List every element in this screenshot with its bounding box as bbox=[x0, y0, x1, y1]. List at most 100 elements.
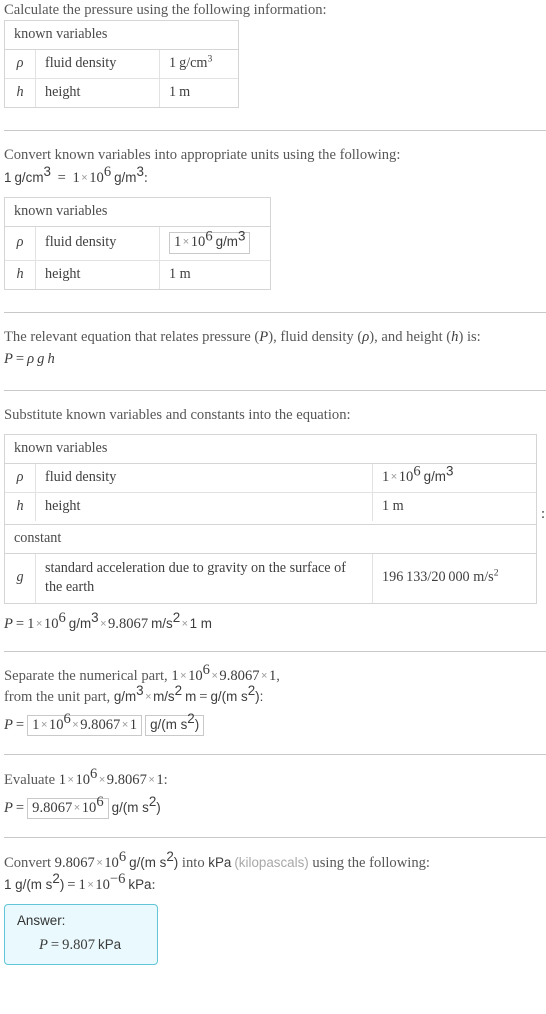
base: 10 bbox=[104, 854, 119, 871]
multiplication-sign: × bbox=[73, 801, 81, 814]
step3-prompt: The relevant equation that relates press… bbox=[4, 327, 546, 347]
base: 10 bbox=[75, 771, 91, 788]
step5-prompt-line1: Separate the numerical part, 1 × 106 × 9.806… bbox=[4, 662, 546, 686]
equals-sign: = bbox=[15, 716, 25, 733]
unit-1: g/m bbox=[113, 688, 137, 704]
table-row: h height 1m bbox=[5, 78, 238, 107]
base: 10 bbox=[81, 799, 97, 816]
step4-table-row: known variables ρ fluid density 1 × 106 g/m… bbox=[4, 425, 546, 604]
step7-prompt-line2: 1 g/(m s2) = 1 × 10−6 kPa: bbox=[4, 872, 546, 895]
source-unit-exponent: 2 bbox=[166, 848, 174, 864]
table4-header-constant: constant bbox=[5, 523, 536, 554]
step-substitute: Substitute known variables and constants… bbox=[4, 391, 546, 652]
base: 10 bbox=[95, 876, 110, 893]
mantissa: 9.8067 bbox=[54, 854, 95, 871]
prompt-text: Evaluate bbox=[4, 771, 59, 788]
value-unit: m bbox=[179, 84, 191, 100]
result-unit: g/(m s bbox=[111, 799, 149, 815]
table-row: h height 1 m bbox=[5, 491, 536, 521]
known-variables-table-2: known variables ρ fluid density 1 × 106 g/m… bbox=[4, 197, 271, 290]
table-trailing-colon: : bbox=[541, 505, 546, 522]
conv-lhs-number: 1 bbox=[4, 170, 12, 185]
equation-lhs: P bbox=[4, 350, 13, 367]
conv-rhs-mantissa: 1 bbox=[72, 170, 80, 186]
base: 10 bbox=[48, 716, 64, 733]
unit-3: m bbox=[185, 688, 197, 704]
comma: , bbox=[276, 667, 280, 684]
table1-row2-value: 1m bbox=[160, 78, 238, 107]
table1-header: known variables bbox=[5, 21, 238, 50]
value-exponent: 6 bbox=[413, 462, 421, 479]
table4-constant-value: 196 133/20 000 m/s2 bbox=[373, 554, 536, 603]
equals-sign: = bbox=[67, 876, 76, 893]
table2-row1-value: 1 × 106 g/m3 bbox=[160, 227, 270, 260]
table-row: h height 1 m bbox=[5, 259, 270, 289]
answer-value: P = 9.807 kPa bbox=[17, 937, 143, 954]
answer-lhs: P bbox=[39, 936, 48, 953]
value-base: 10 bbox=[190, 234, 206, 250]
boxed-unit-part: g/(m s2) bbox=[145, 712, 205, 736]
step-calculate-pressure: Calculate the pressure using the followi… bbox=[4, 0, 546, 131]
equals-sign: = bbox=[199, 688, 208, 705]
target-unit: kPa bbox=[208, 854, 232, 870]
table2-row2-symbol: h bbox=[5, 259, 36, 289]
multiplication-sign: × bbox=[180, 669, 187, 682]
term1-unit-exponent: 3 bbox=[91, 609, 99, 625]
constant-value: 196 133/20 000 m/s bbox=[382, 569, 494, 586]
multiplication-sign: × bbox=[145, 690, 152, 703]
term1-unit: g/m bbox=[68, 615, 92, 631]
step4-result: P = 1 × 106 g/m3 × 9.8067 m/s2 × 1 m bbox=[4, 610, 546, 634]
result-lhs: P bbox=[4, 615, 13, 632]
value-one: 1 bbox=[156, 771, 164, 788]
prompt-text: from the unit part, bbox=[4, 688, 114, 705]
prompt-text: Convert bbox=[4, 854, 55, 871]
table1-row1-name: fluid density bbox=[36, 50, 160, 78]
equals-sign: = bbox=[57, 170, 66, 186]
step3-equation: P = ρ g h bbox=[4, 349, 546, 369]
multiplication-sign: × bbox=[181, 617, 189, 630]
multiplication-sign: × bbox=[390, 470, 398, 483]
table1-body: ρ fluid density 1 g/cm3 h height 1m bbox=[5, 50, 238, 107]
table2-row1-name: fluid density bbox=[36, 227, 160, 260]
prompt-part-b: ), fluid density ( bbox=[268, 328, 363, 345]
term3-value: 1 m bbox=[189, 615, 212, 631]
table4-row2-value: 1 m bbox=[373, 491, 536, 521]
answer-unit: kPa bbox=[98, 936, 122, 952]
table4-row1-symbol: ρ bbox=[5, 463, 36, 492]
value-unit-exponent: 3 bbox=[237, 228, 246, 244]
value-number: 1 bbox=[169, 55, 177, 71]
value-one: 1 bbox=[129, 716, 138, 733]
value-unit: g/m bbox=[215, 234, 238, 249]
exponent: −6 bbox=[109, 870, 126, 887]
mantissa: 1 bbox=[58, 771, 66, 788]
answer-box: Answer: P = 9.807 kPa bbox=[4, 903, 158, 965]
variable-P: P bbox=[259, 328, 269, 345]
exponent: 6 bbox=[118, 848, 127, 865]
unit-4: g/(m s bbox=[210, 688, 248, 704]
multiplication-sign: × bbox=[96, 856, 103, 869]
step-convert-units: Convert known variables into appropriate… bbox=[4, 131, 546, 313]
answer-label: Answer: bbox=[17, 912, 66, 928]
conv-lhs-exp: 3 bbox=[43, 164, 51, 180]
value: 9.8067 bbox=[80, 716, 121, 733]
value-unit: g/m bbox=[423, 468, 446, 484]
value-exponent: 3 bbox=[207, 53, 213, 65]
solution-page: Calculate the pressure using the followi… bbox=[0, 0, 546, 965]
conv-lhs: 1 g/(m s bbox=[4, 876, 53, 892]
multiplication-sign: × bbox=[81, 172, 88, 184]
equation-h: h bbox=[47, 350, 55, 367]
constant-value-exponent: 2 bbox=[493, 567, 499, 579]
table-row: ρ fluid density 1 × 106 g/m3 bbox=[5, 227, 270, 260]
conv-rhs-base: 10 bbox=[89, 170, 104, 186]
table1-row2-symbol: h bbox=[5, 78, 36, 107]
table4-row1-value: 1 × 106 g/m3 bbox=[373, 464, 536, 492]
table2-row2-name: height bbox=[36, 259, 160, 289]
table2-row2-value: 1 m bbox=[160, 259, 270, 289]
unit-tail: ) bbox=[194, 716, 200, 732]
prompt-part-d: ) is: bbox=[458, 328, 481, 345]
source-unit: g/(m s bbox=[129, 854, 167, 870]
conv-lhs-unit: g/cm bbox=[14, 170, 44, 185]
highlighted-value-box: 1 × 106 g/m3 bbox=[169, 229, 251, 254]
multiplication-sign: × bbox=[98, 773, 106, 786]
multiplication-sign: × bbox=[35, 617, 43, 630]
